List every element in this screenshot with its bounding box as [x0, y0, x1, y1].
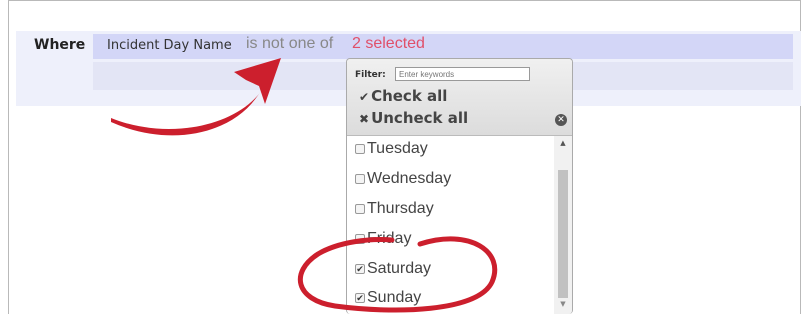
scrollbar[interactable]: ▲ ▼: [554, 136, 572, 314]
close-icon[interactable]: ✕: [555, 114, 567, 126]
uncheck-all-label: Uncheck all: [371, 109, 469, 127]
option-thursday[interactable]: Thursday: [355, 198, 434, 220]
option-label: Tuesday: [367, 140, 428, 157]
option-saturday[interactable]: ✔ Saturday: [355, 258, 431, 280]
multiselect-dropdown: Filter: ✔Check all ✖Uncheck all ✕ Tuesda…: [346, 58, 573, 314]
checkbox-checked[interactable]: ✔: [355, 264, 365, 274]
where-label: Where: [34, 37, 86, 53]
checkbox[interactable]: [355, 234, 365, 244]
scroll-up-arrow-icon[interactable]: ▲: [554, 136, 572, 150]
option-label: Wednesday: [367, 170, 452, 187]
checkbox-checked[interactable]: ✔: [355, 293, 365, 303]
dropdown-header: Filter: ✔Check all ✖Uncheck all ✕: [347, 59, 572, 136]
checkbox[interactable]: [355, 144, 365, 154]
scroll-down-arrow-icon[interactable]: ▼: [554, 297, 572, 311]
checkbox[interactable]: [355, 204, 365, 214]
operator-label[interactable]: is not one of: [246, 35, 333, 53]
option-sunday[interactable]: ✔ Sunday: [355, 287, 421, 309]
scrollbar-thumb[interactable]: [558, 170, 568, 298]
uncheck-all-button[interactable]: ✖ Uncheck all: [359, 109, 468, 127]
option-tuesday[interactable]: Tuesday: [355, 138, 428, 160]
option-label: Saturday: [367, 260, 432, 277]
x-icon: ✖: [359, 112, 370, 126]
option-wednesday[interactable]: Wednesday: [355, 168, 451, 190]
selected-summary-link[interactable]: 2 selected: [352, 35, 425, 53]
filter-label: Filter:: [355, 70, 386, 80]
option-friday[interactable]: Friday: [355, 228, 411, 250]
option-label: Thursday: [367, 200, 434, 217]
field-name[interactable]: Incident Day Name: [107, 38, 232, 53]
option-label: Sunday: [367, 289, 422, 306]
filter-input[interactable]: [395, 67, 530, 81]
check-all-label: Check all: [371, 87, 448, 105]
option-label: Friday: [367, 230, 412, 247]
checkbox[interactable]: [355, 174, 365, 184]
check-all-button[interactable]: ✔ Check all: [359, 87, 447, 105]
check-icon: ✔: [359, 90, 370, 104]
